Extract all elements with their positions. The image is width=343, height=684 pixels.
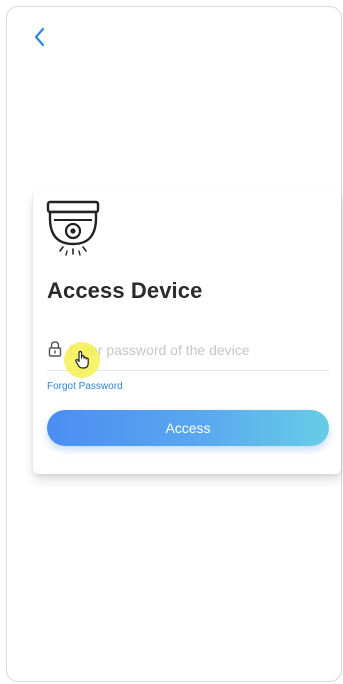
page-title: Access Device [47,278,203,303]
lock-icon [47,340,63,358]
chevron-left-icon [34,27,45,47]
back-button[interactable] [29,23,53,51]
password-field [47,334,329,371]
access-button[interactable]: Access [47,410,329,446]
password-input[interactable] [69,336,325,364]
access-device-card: Access Device Forgot Password Access [33,190,341,474]
screen: Access Device Forgot Password Access [6,6,342,682]
forgot-password-link[interactable]: Forgot Password [47,381,123,392]
dome-camera-icon [45,200,103,266]
